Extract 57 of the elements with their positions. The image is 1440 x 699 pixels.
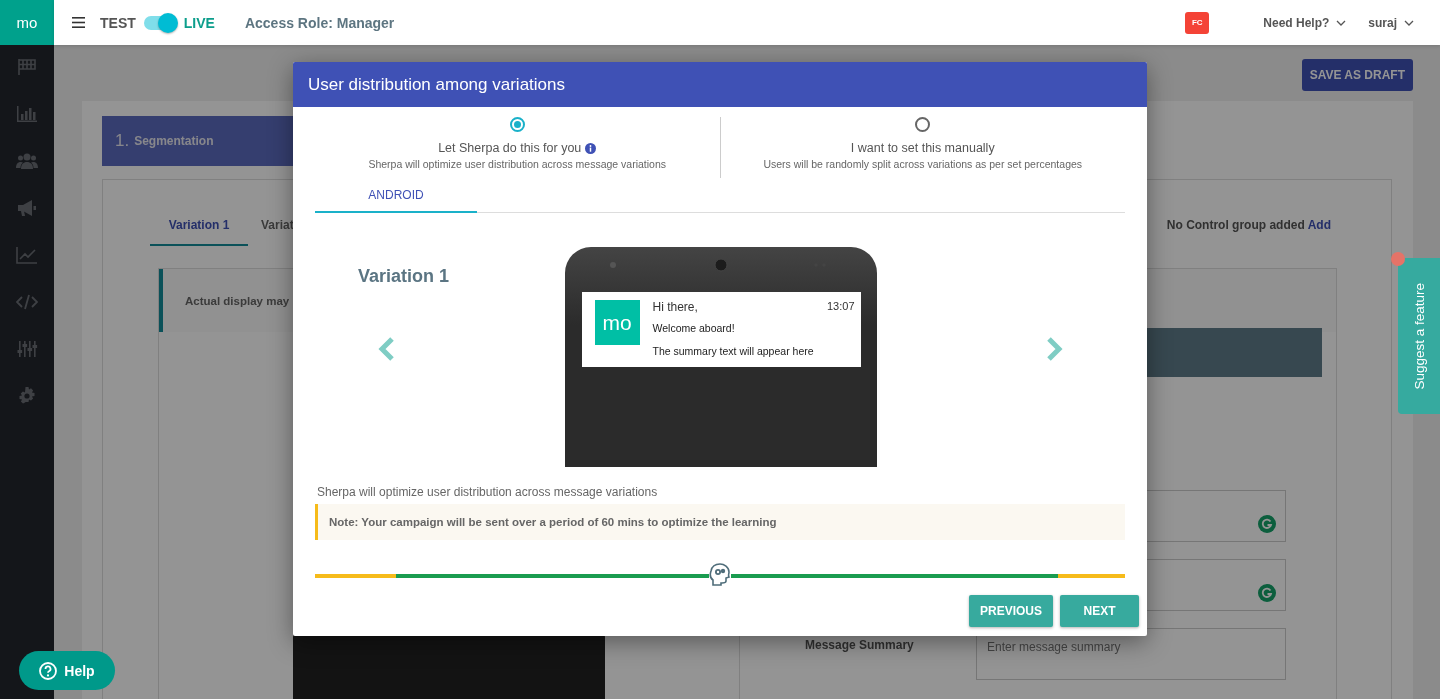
chevron-left-icon[interactable] (378, 337, 396, 361)
radio-button[interactable] (915, 117, 931, 132)
user-badge[interactable]: FC (1185, 11, 1210, 34)
option-label: I want to set this manually (850, 141, 995, 155)
dialog-title: User distribution among variations (308, 74, 565, 95)
sliders-icon[interactable] (16, 340, 38, 358)
line-chart-icon[interactable] (16, 246, 38, 264)
field-label: Message Summary (805, 638, 914, 652)
brain-gear-icon[interactable] (709, 563, 731, 587)
settings-icon[interactable] (18, 387, 36, 405)
info-icon[interactable] (585, 142, 597, 154)
grammar-check-icon[interactable] (1258, 515, 1276, 533)
note-text: Note: Your campaign will be sent over a period of 60 mins to optimize the learning (329, 516, 777, 528)
notification-message: Welcome aboard! (652, 322, 736, 334)
help-button[interactable]: Help (19, 651, 115, 690)
code-icon[interactable] (16, 293, 38, 311)
bar-chart-icon[interactable] (16, 105, 38, 123)
app-logo[interactable]: mo (0, 0, 54, 45)
flag-icon[interactable] (17, 58, 37, 76)
variation-heading: Variation 1 (358, 266, 450, 286)
radio-button[interactable] (509, 117, 525, 132)
question-icon (39, 661, 58, 680)
save-draft-button[interactable]: SAVE AS DRAFT (1301, 59, 1413, 91)
add-link[interactable]: Add (1307, 218, 1331, 232)
dropdown-menu[interactable]: Need Help? (1263, 15, 1347, 30)
notification-time: 13:07 (826, 300, 855, 314)
control-group-text: No Control group added Add (1166, 218, 1331, 232)
notification-summary: The summary text will appear here (652, 345, 815, 357)
variation-tab[interactable]: Variat (261, 218, 294, 246)
mode-toggle[interactable] (143, 15, 176, 30)
menu-icon[interactable] (72, 17, 85, 28)
step-label: Segmentation (134, 134, 214, 148)
dropdown-menu[interactable]: suraj (1368, 15, 1414, 30)
chevron-down-icon (1404, 19, 1414, 26)
app-logo: mo (594, 300, 640, 345)
test-label: TEST (100, 14, 136, 31)
dialog-button[interactable]: PREVIOUS (969, 595, 1053, 627)
chevron-right-icon[interactable] (1045, 337, 1063, 361)
variation-tab[interactable]: Variation 1 (150, 218, 248, 246)
preview-note: Actual display may (185, 294, 290, 307)
platform-tab[interactable]: ANDROID (315, 179, 477, 213)
option-label: Let Sherpa do this for you (438, 141, 582, 155)
dialog-button[interactable]: NEXT (1060, 595, 1139, 627)
placeholder-text: Enter message summary (987, 640, 1121, 654)
users-icon[interactable] (16, 152, 38, 170)
step-number: 1. (115, 131, 130, 151)
chevron-down-icon (1336, 19, 1347, 26)
suggest-feature-tab[interactable]: Suggest a feature (1398, 258, 1440, 414)
text-area[interactable]: Enter message summary (976, 628, 1286, 680)
megaphone-icon[interactable] (17, 199, 37, 217)
live-label: LIVE (183, 14, 215, 31)
access-role: Access Role: Manager (244, 14, 395, 31)
option-description: Sherpa will optimize user distribution across message variations (368, 158, 667, 170)
hint-text: Sherpa will optimize user distribution across message variations (317, 485, 659, 499)
grammar-check-icon[interactable] (1258, 584, 1276, 602)
notification-title: Hi there, (652, 300, 698, 314)
option-description: Users will be randomly split across variations as per set percentages (763, 158, 1083, 170)
